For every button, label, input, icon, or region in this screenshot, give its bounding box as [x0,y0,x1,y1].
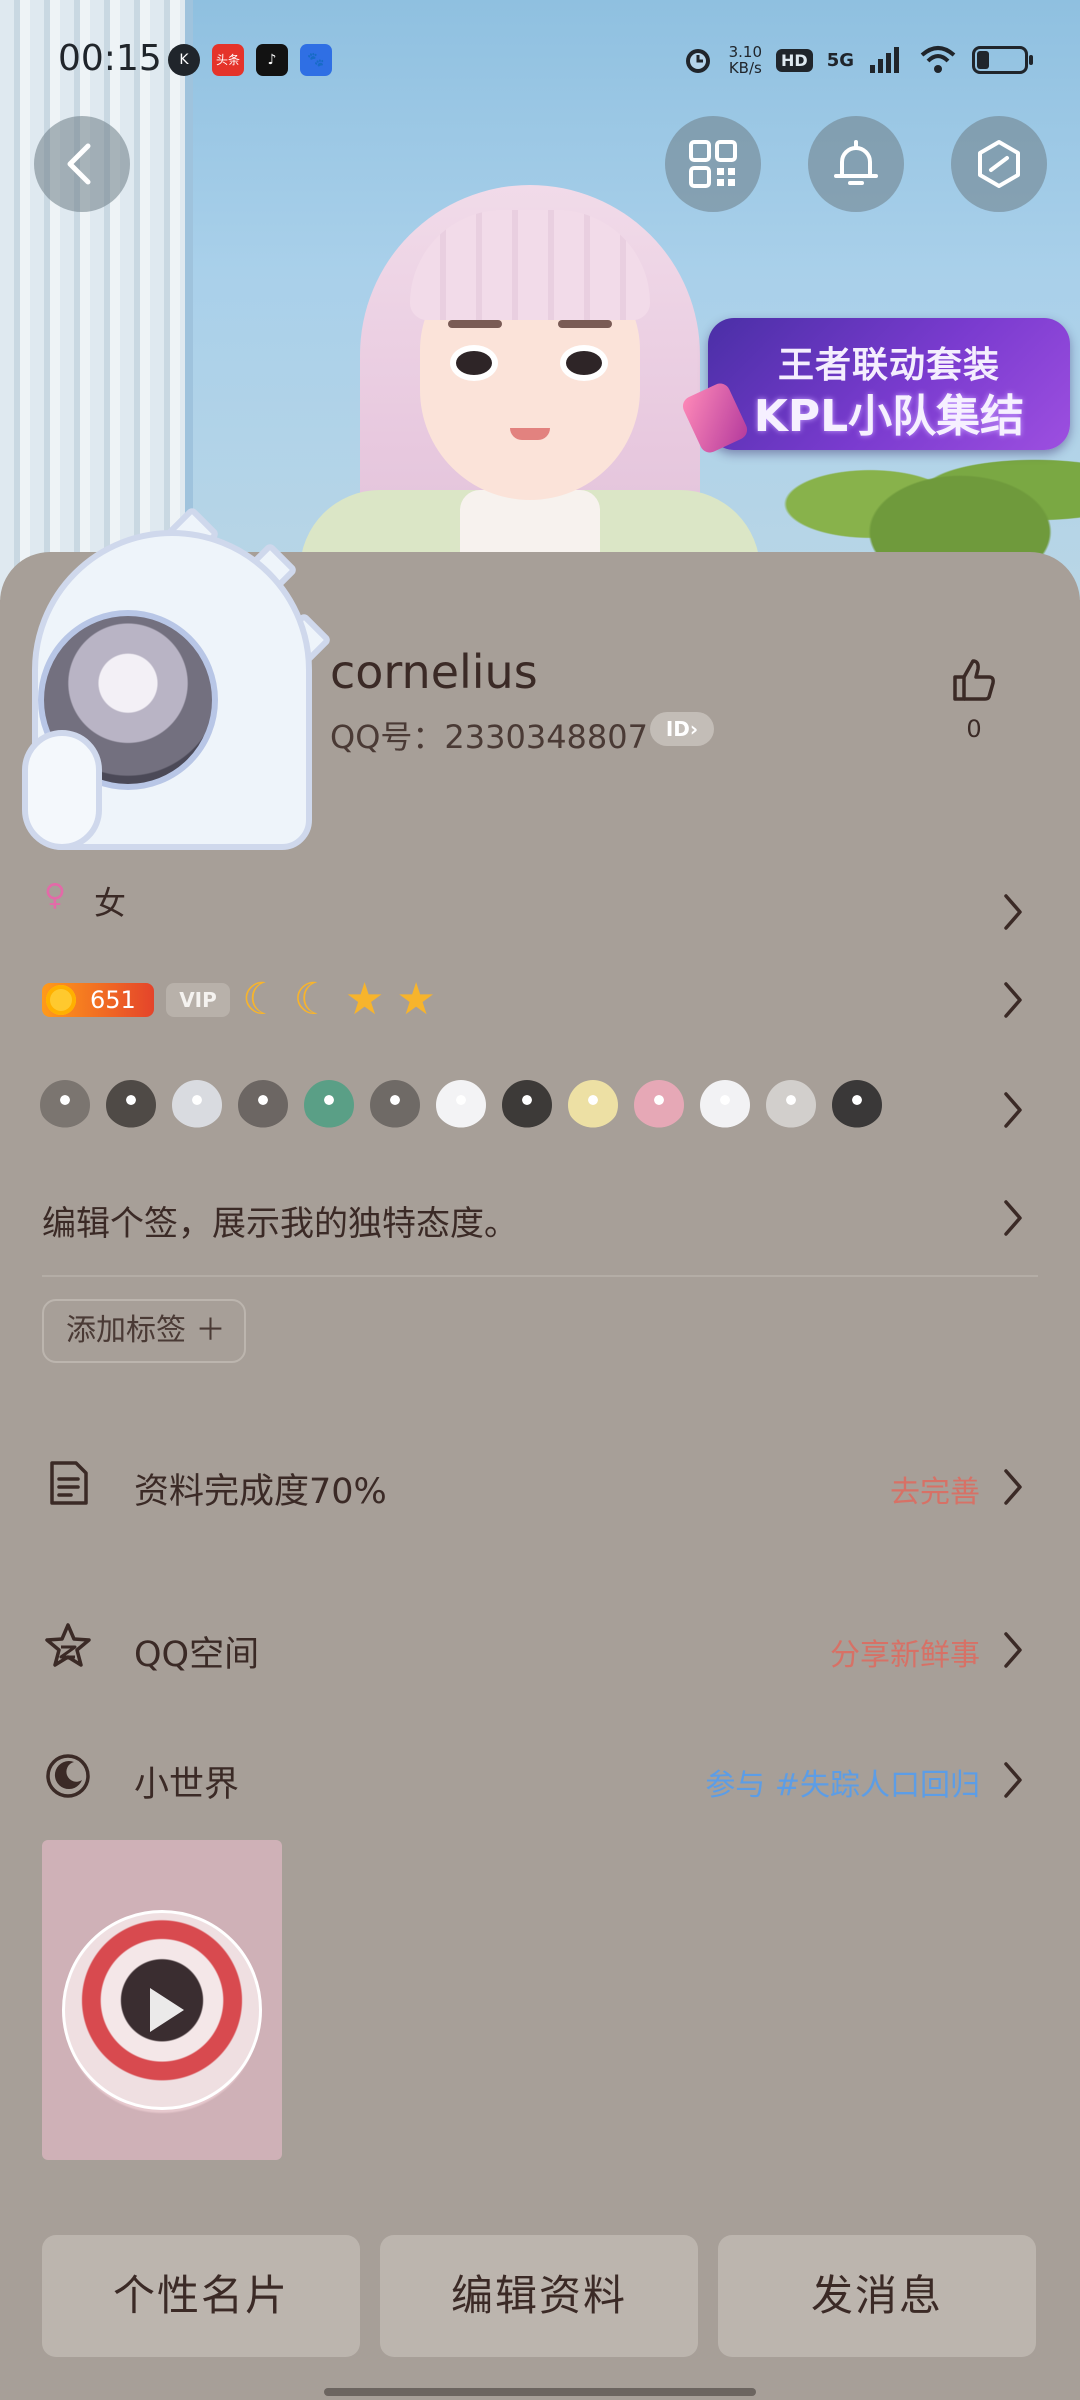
service-badge-icon [40,1080,90,1130]
promo-line2: KPL小队集结 [753,391,1025,442]
home-indicator[interactable] [324,2388,756,2396]
back-icon [67,143,91,185]
add-tag-button[interactable]: 添加标签 ＋ [42,1299,246,1363]
moon-icon: ☾ [242,974,282,1025]
qzone-row[interactable]: QQ空间 分享新鲜事 [0,1618,1080,1678]
k-app-icon: K [168,44,200,76]
gender-text: 女 [94,884,127,922]
service-badges [40,1075,882,1135]
avatar-mouth [510,428,550,440]
baidu-app-icon: 🐾 [300,44,332,76]
net-speed-value: 3.10 [728,43,763,61]
coin-badge: 651 [42,983,154,1017]
signal-icon [870,47,899,73]
chevron-right-icon [1000,1760,1026,1800]
like-count: 0 [966,715,982,743]
avatar-eye-right [560,345,608,381]
avatar-eye-left [450,345,498,381]
service-badge-icon [766,1080,816,1130]
play-icon [150,1988,184,2032]
avatar-frame-paw [22,730,102,850]
thumbs-up-icon [953,659,995,701]
service-badge-icon [502,1080,552,1130]
username: cornelius [330,645,538,699]
qq-number-value: 2330348807 [444,718,648,756]
profile-completion-label: 资料完成度70% [134,1472,387,1512]
battery-icon [972,46,1033,74]
toutiao-app-icon: 头条 [212,44,244,76]
divider [42,1275,1038,1277]
service-badge-icon [304,1080,354,1130]
wifi-icon [920,46,956,73]
qr-code-button[interactable] [665,116,761,212]
avatar-brow-left [448,320,502,328]
net-speed: 3.10 KB/s [729,44,762,76]
status-bar: 00:15 K 头条 ♪ 🐾 3.10 KB/s HD 5G [0,0,1080,120]
small-world-video-thumbnail[interactable] [42,1840,282,2160]
like-button[interactable]: 0 [944,655,1004,745]
chevron-right-icon [1000,1090,1026,1130]
hexagon-icon [978,140,1020,188]
more-button[interactable] [951,116,1047,212]
chevron-right-icon [1000,980,1026,1020]
topic-link[interactable]: 参与 #失踪人口回归 [705,1760,980,1804]
chevron-right-icon [1000,1630,1026,1670]
edit-profile-button[interactable]: 编辑资料 [380,2235,698,2357]
status-right-group: 3.10 KB/s HD 5G [681,40,1033,80]
small-world-label: 小世界 [134,1765,240,1805]
profile-card-button[interactable]: 个性名片 [42,2235,360,2357]
promo-badge[interactable]: 王者联动套装 KPL小队集结 [679,318,1070,456]
small-world-row[interactable]: 小世界 参与 #失踪人口回归 [0,1748,1080,1808]
signature-row[interactable] [0,1198,1080,1238]
qr-code-icon [689,140,737,188]
level-icons: 651 VIP ☾ ☾ ★ ★ [42,974,436,1025]
service-badge-icon [436,1080,486,1130]
service-badge-icon [238,1080,288,1130]
send-message-button[interactable]: 发消息 [718,2235,1036,2357]
service-badge-icon [568,1080,618,1130]
service-badge-icon [700,1080,750,1130]
alarm-icon [685,49,710,73]
profile-avatar[interactable] [22,505,333,850]
profile-completion-row[interactable]: 资料完成度70% 去完善 [0,1455,1080,1515]
gender-row[interactable]: ♀ 女 [0,878,1080,938]
service-badge-icon [106,1080,156,1130]
avatar-brow-right [558,320,612,328]
notification-button[interactable] [808,116,904,212]
qzone-label: QQ空间 [134,1635,260,1675]
star-icon: ★ [344,974,385,1025]
moon-icon: ☾ [293,974,333,1025]
female-icon: ♀ [44,878,66,913]
chevron-right-icon [1000,1467,1026,1507]
chevron-right-icon [1000,892,1026,932]
signal-5g-label: 5G [826,49,854,71]
star-icon: ★ [396,974,436,1025]
document-icon [50,1461,88,1505]
small-world-icon [46,1754,90,1798]
3d-avatar-figure[interactable] [300,170,760,600]
tiktok-app-icon: ♪ [256,44,288,76]
share-news-link[interactable]: 分享新鲜事 [830,1630,980,1674]
vip-badge: VIP [166,983,230,1017]
id-badge[interactable]: ID› [650,712,714,746]
qq-number-label: QQ号： [330,718,445,756]
net-speed-unit: KB/s [728,59,762,77]
bell-icon [834,140,878,185]
service-badge-icon [370,1080,420,1130]
qq-number-row[interactable]: QQ号：2330348807 [330,712,648,758]
service-badge-icon [634,1080,684,1130]
hd-badge: HD [776,48,813,72]
status-time: 00:15 [58,38,162,79]
qzone-star-icon [45,1623,91,1667]
back-button[interactable] [34,116,130,212]
complete-profile-link[interactable]: 去完善 [890,1467,980,1511]
service-badge-icon [832,1080,882,1130]
chevron-right-icon [1000,1198,1026,1238]
service-badge-icon [172,1080,222,1130]
